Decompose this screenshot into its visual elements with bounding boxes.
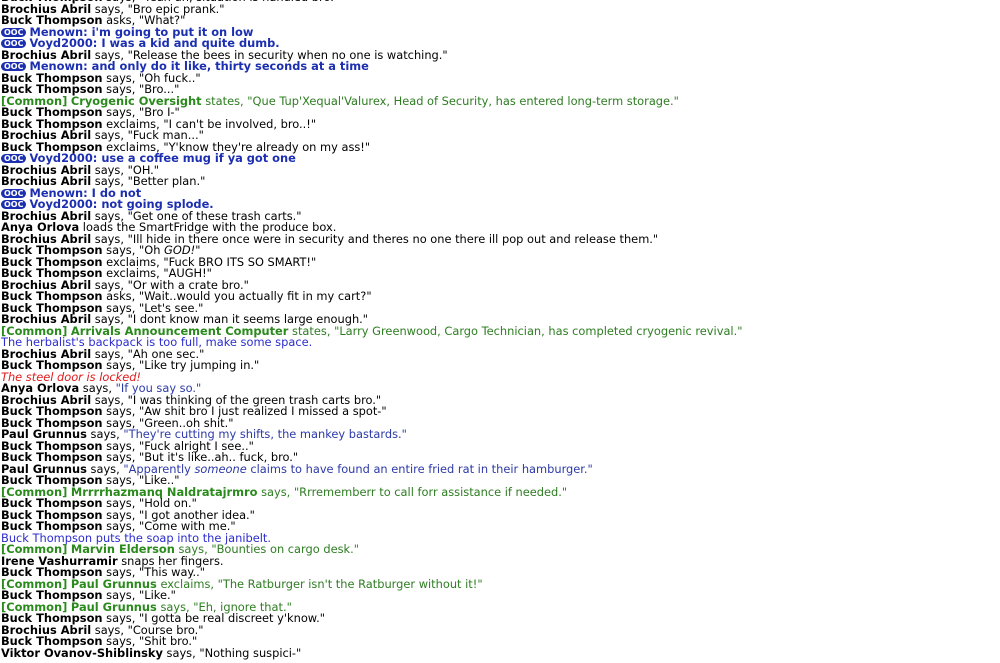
chat-line: Viktor Ovanov-Shiblinsky says, "Nothing … bbox=[1, 645, 991, 660]
speaker-name[interactable]: Viktor Ovanov-Shiblinsky bbox=[1, 646, 163, 660]
chat-log: Buck Thompson says, "Yeah uh, situation … bbox=[1, 0, 991, 659]
speech-text: "Nothing suspici-" bbox=[199, 645, 302, 660]
speech-text: claims to have found an entire fried rat… bbox=[246, 461, 593, 476]
ooc-tag-icon: OOC bbox=[1, 27, 27, 37]
speech-verb: says, bbox=[166, 645, 196, 660]
ooc-tag-icon: OOC bbox=[1, 188, 27, 198]
speech-text: "Larry Greenwood, Cargo Technician, has … bbox=[334, 323, 743, 338]
speech-text: "Que Tup'Xequal'Valurex, Head of Securit… bbox=[247, 93, 679, 108]
speech-text: "Rrrememberr to call forr assistance if … bbox=[293, 484, 568, 499]
speech-text: "Bounties on cargo desk." bbox=[211, 542, 359, 556]
speech-text: "Ill hide in there once were in security… bbox=[127, 231, 659, 246]
speech-text: "The Ratburger isn't the Ratburger witho… bbox=[217, 576, 483, 591]
chat-line: Brochius Abril says, "Better plan." bbox=[1, 175, 991, 188]
speech-emphasis: someone bbox=[194, 461, 247, 476]
speech-verb: states, bbox=[205, 93, 244, 108]
chat-line: Buck Thompson says, "Like try jumping in… bbox=[1, 358, 991, 372]
speech-text: "Like try jumping in." bbox=[139, 358, 260, 372]
speech-verb: says, bbox=[261, 484, 291, 499]
